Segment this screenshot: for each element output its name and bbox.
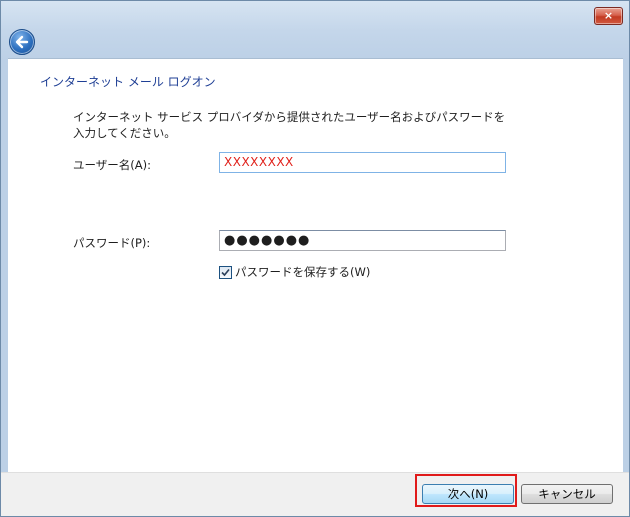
remember-password-checkbox[interactable] <box>219 265 232 279</box>
remember-password-label: パスワードを保存する(W) <box>235 265 371 279</box>
back-button[interactable] <box>9 29 35 55</box>
username-field[interactable]: XXXXXXXX <box>219 152 506 173</box>
checkmark-icon <box>221 268 230 276</box>
wizard-content: インターネット メール ログオン インターネット サービス プロバイダから提供さ… <box>8 58 623 472</box>
wizard-window: × インターネット メール ログオン インターネット サービス プロバイダから提… <box>0 0 630 517</box>
close-icon: × <box>603 9 614 22</box>
back-arrow-icon <box>15 35 29 49</box>
password-field[interactable]: ●●●●●●● <box>219 230 506 251</box>
close-button[interactable]: × <box>594 7 623 25</box>
username-label: ユーザー名(A): <box>73 158 151 172</box>
password-label: パスワード(P): <box>73 236 151 250</box>
button-bar: 次へ(N) キャンセル <box>1 472 629 516</box>
cancel-button[interactable]: キャンセル <box>521 484 613 504</box>
next-button-highlight <box>415 474 517 507</box>
remember-password-option[interactable]: パスワードを保存する(W) <box>219 264 370 280</box>
instructions-text: インターネット サービス プロバイダから提供されたユーザー名およびパスワードを入… <box>73 110 506 140</box>
page-title: インターネット メール ログオン <box>40 75 216 89</box>
